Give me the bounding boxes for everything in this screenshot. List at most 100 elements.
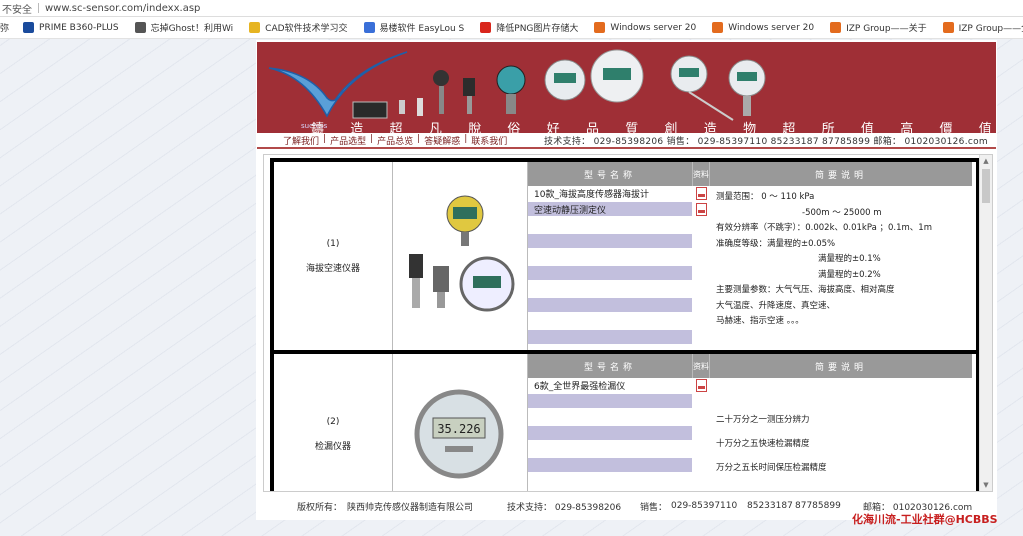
- address-divider: [38, 3, 39, 13]
- nav-link[interactable]: 产品总览: [377, 134, 413, 147]
- model-row[interactable]: 10款_海拔高度传感器海拔计: [528, 186, 692, 202]
- doc-cell: [692, 314, 710, 330]
- watermark-brand: 化海川流-工业社群@HCBBS: [852, 513, 998, 526]
- desc-line: 二十万分之一测压分辨力: [716, 415, 810, 425]
- url-text[interactable]: www.sc-sensor.com/indexx.asp: [45, 3, 200, 14]
- scroll-down-icon[interactable]: ▼: [980, 479, 992, 491]
- model-row[interactable]: [528, 266, 692, 282]
- doc-cell: [692, 394, 710, 410]
- product-image-cell[interactable]: [393, 162, 528, 350]
- model-row[interactable]: [528, 250, 692, 266]
- footer-sales-2: 85233187: [747, 501, 793, 511]
- desc-line: 准确度等级：满量程的±0.05%: [716, 238, 836, 249]
- desc-line: 有效分辨率（不跳字）：0.002k、0.01kPa ；0.1m、1m: [716, 223, 932, 233]
- scrollbar[interactable]: ▲ ▼: [979, 155, 992, 491]
- model-row[interactable]: [528, 410, 692, 426]
- model-column: 型号名称 6款_全世界最强检漏仪: [528, 354, 692, 491]
- bookmark-item[interactable]: IZP Group——全: [942, 21, 1023, 34]
- doc-cell[interactable]: [692, 186, 710, 202]
- product-image: 35.226: [414, 389, 504, 479]
- scroll-thumb[interactable]: [982, 169, 990, 203]
- bookmark-label: IZP Group——关于: [846, 24, 927, 34]
- model-row[interactable]: [528, 426, 692, 442]
- bookmark-label: Windows server 20: [610, 22, 697, 33]
- doc-cell[interactable]: [692, 202, 710, 218]
- bookmark-item[interactable]: PRIME B360-PLUS: [23, 22, 119, 33]
- bookmark-favicon-icon: [249, 22, 261, 33]
- product-name[interactable]: 海拔空速仪器: [306, 261, 360, 274]
- insecure-label: 不安全: [2, 4, 32, 16]
- bookmark-favicon-icon: [134, 22, 146, 33]
- pdf-icon[interactable]: [695, 186, 707, 200]
- model-row[interactable]: [528, 474, 692, 490]
- bookmark-item[interactable]: IZP Group——关于: [830, 21, 927, 34]
- bookmark-label: IZP Group——全: [958, 24, 1023, 34]
- nav-link[interactable]: 产品选型: [330, 134, 366, 147]
- nav-divider: |: [417, 133, 421, 144]
- model-link[interactable]: 6款_全世界最强检漏仪: [534, 379, 625, 392]
- model-row[interactable]: [528, 314, 692, 330]
- nav-link[interactable]: 答疑解惑: [424, 134, 460, 147]
- pdf-icon[interactable]: [695, 378, 707, 392]
- product-block: (2) 检漏仪器 35.226 型号名称 6款_全世界最强检漏仪 资料 简要说明 二十万分之一…: [270, 350, 980, 491]
- bookmark-leading[interactable]: 弥: [0, 21, 9, 34]
- model-row[interactable]: [528, 330, 692, 346]
- sensor-box-icon: [352, 101, 388, 119]
- product-block: (1) 海拔空速仪器 型号名称 10款_海拔高度传感器海拔计 空速动静压测定仪 资料 简要说…: [270, 158, 980, 354]
- footer-company: 陕西帅克传感仪器制造有限公司: [347, 502, 474, 513]
- pdf-icon[interactable]: [695, 202, 707, 216]
- nav-link[interactable]: 联系我们: [471, 134, 507, 147]
- desc-line: 大气温度、升降速度、真空速、: [716, 300, 836, 311]
- doc-cell: [692, 234, 710, 250]
- bookmark-item[interactable]: 忘掉Ghost！利用Wi: [134, 21, 234, 34]
- bookmark-favicon-icon: [942, 22, 954, 33]
- probe-icon: [417, 98, 423, 116]
- doc-cell: [692, 282, 710, 298]
- address-bar[interactable]: 不安全 www.sc-sensor.com/indexx.asp: [0, 0, 1023, 17]
- model-link[interactable]: 10款_海拔高度传感器海拔计: [534, 187, 649, 200]
- model-row[interactable]: [528, 218, 692, 234]
- desc-line: 马赫速、指示空速 。。。: [716, 316, 804, 326]
- bookmark-item[interactable]: 易楼软件 EasyLou S: [363, 21, 464, 34]
- model-row[interactable]: 空速动静压测定仪: [528, 202, 692, 218]
- footer-sales-3: 87785899: [795, 501, 841, 511]
- bookmark-label: PRIME B360-PLUS: [39, 22, 119, 33]
- model-header: 型号名称: [528, 354, 692, 378]
- desc-header: 简要说明: [710, 354, 972, 378]
- product-name[interactable]: 检漏仪器: [315, 439, 351, 452]
- doc-column: 资料: [692, 162, 710, 350]
- product-image-cell[interactable]: 35.226: [393, 354, 528, 491]
- footer-sales-label: 销售：: [640, 502, 668, 513]
- model-link[interactable]: 空速动静压测定仪: [534, 203, 606, 216]
- scroll-up-icon[interactable]: ▲: [980, 155, 992, 167]
- bookmark-label: Windows server 20: [728, 22, 815, 33]
- product-frame[interactable]: (1) 海拔空速仪器 型号名称 10款_海拔高度传感器海拔计 空速动静压测定仪 资料 简要说…: [263, 154, 993, 492]
- bookmark-favicon-icon: [363, 22, 375, 33]
- bookmark-item[interactable]: CAD软件技术学习交: [249, 21, 348, 34]
- bookmark-item[interactable]: Windows server 20: [594, 22, 696, 33]
- bookmark-item[interactable]: 降低PNG图片存储大: [480, 21, 578, 34]
- nav-divider: |: [370, 133, 374, 144]
- doc-cell: [692, 250, 710, 266]
- model-row[interactable]: [528, 394, 692, 410]
- bookmark-favicon-icon: [712, 22, 724, 33]
- bookmark-favicon-icon: [830, 22, 842, 33]
- model-row[interactable]: [528, 282, 692, 298]
- model-row[interactable]: 6款_全世界最强检漏仪: [528, 378, 692, 394]
- bookmark-label: 忘掉Ghost！利用Wi: [150, 24, 234, 34]
- product-index: (2): [326, 416, 340, 427]
- gauge-icon: [496, 65, 526, 95]
- desc-line: -500m ～ 25000 m: [802, 207, 882, 218]
- model-row[interactable]: [528, 442, 692, 458]
- header-banner: sucress 鑄造超凡脫俗好品質創造物超所值高價值: [257, 42, 996, 137]
- bookmark-favicon-icon: [480, 22, 492, 33]
- probe-icon: [399, 100, 405, 114]
- desc-column: 简要说明 二十万分之一测压分辨力 十万分之五快速检漏精度 万分之五长时间保压检漏精度: [710, 354, 972, 491]
- doc-cell[interactable]: [692, 378, 710, 394]
- model-row[interactable]: [528, 458, 692, 474]
- nav-link[interactable]: 了解我们: [283, 134, 319, 147]
- bookmark-item[interactable]: Windows server 20: [712, 22, 814, 33]
- model-row[interactable]: [528, 298, 692, 314]
- desc-line: 测量范围： 0 ～ 110 kPa: [716, 192, 815, 202]
- model-row[interactable]: [528, 234, 692, 250]
